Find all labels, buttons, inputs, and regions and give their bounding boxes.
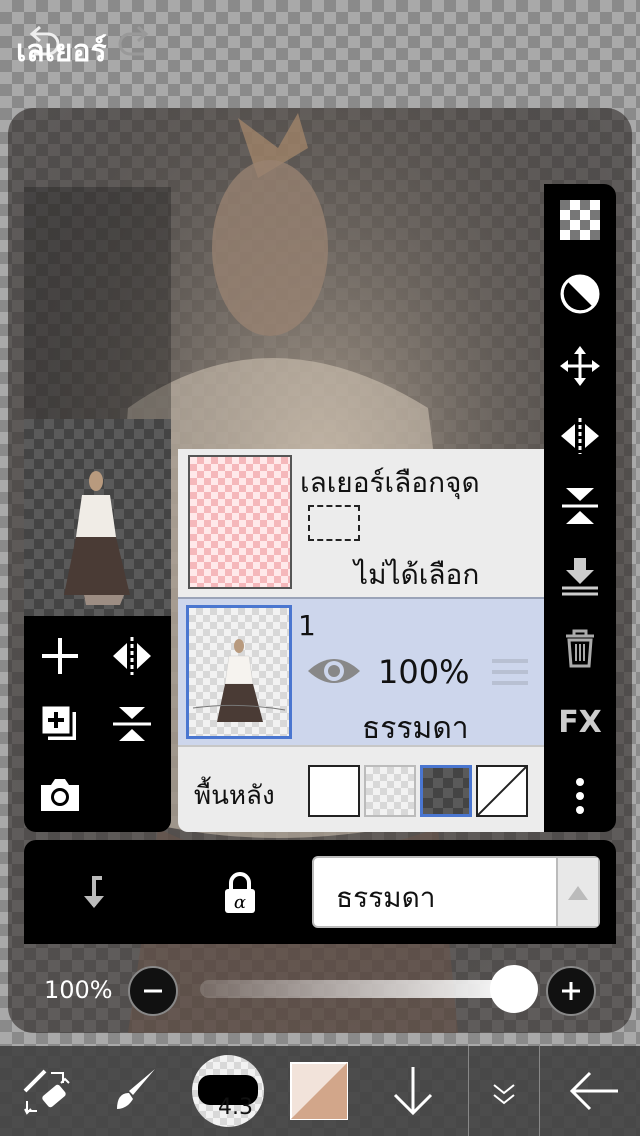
opacity-row: 100% [24, 944, 616, 1032]
arrow-down-icon [393, 1067, 433, 1116]
transform-icon [23, 1069, 70, 1115]
more-button[interactable] [552, 768, 608, 824]
merge-down-button[interactable] [552, 548, 608, 604]
selection-layer-row[interactable]: เลเยอร์เลือกจุด ไม่ได้เลือก [178, 449, 544, 597]
minus-icon [144, 989, 162, 993]
flip-horizontal-icon [561, 418, 599, 454]
canvas-preview[interactable] [24, 419, 171, 616]
duplicate-layer-icon [39, 703, 78, 742]
blend-mode-select[interactable]: ธรรมดา [312, 856, 600, 928]
layer-1-figure [192, 639, 286, 722]
no-background-icon [477, 766, 527, 816]
redo-icon [118, 25, 149, 56]
bg-white-option[interactable] [308, 765, 360, 817]
flip-vertical-icon [562, 488, 598, 524]
redo-button[interactable] [104, 12, 164, 72]
layer-1-thumbnail [186, 605, 292, 739]
opacity-slider[interactable] [200, 965, 538, 1013]
panel-title: เลเยอร์ [16, 34, 107, 69]
drag-handle[interactable] [490, 657, 530, 687]
clipping-button[interactable] [64, 862, 124, 922]
transform-tool-button[interactable] [10, 1046, 80, 1136]
flip-horizontal-right-button[interactable] [552, 408, 608, 464]
drag-handle-icon [492, 659, 528, 685]
blend-mode-value: ธรรมดา [336, 881, 436, 914]
brush-tool-button[interactable] [100, 1046, 170, 1136]
trash-icon [566, 629, 594, 668]
flip-vertical-right-button[interactable] [552, 478, 608, 534]
visibility-toggle[interactable] [306, 649, 362, 693]
svg-text:α: α [234, 892, 246, 913]
flip-vertical-icon [113, 707, 151, 741]
bg-checker-light-option[interactable] [364, 765, 416, 817]
camera-icon [41, 779, 79, 811]
add-layer-button[interactable] [32, 628, 88, 684]
delete-layer-button[interactable] [552, 620, 608, 676]
merge-down-icon [562, 558, 598, 596]
opacity-increase-button[interactable] [546, 966, 596, 1016]
opacity-slider-thumb[interactable] [490, 965, 538, 1013]
arrow-down-button[interactable] [380, 1046, 446, 1136]
right-toolbar: FX [544, 184, 616, 832]
camera-button[interactable] [32, 766, 88, 822]
opacity-circle-icon [560, 274, 600, 314]
clipping-arrow-icon [84, 876, 104, 908]
opacity-label: 100% [44, 976, 113, 1004]
eye-icon [308, 659, 360, 683]
fx-icon: FX [558, 704, 602, 740]
layer-menu-button[interactable] [468, 1046, 540, 1136]
layer-1-number: 1 [298, 609, 316, 642]
background-row: พื้นหลัง [178, 745, 544, 832]
opacity-decrease-button[interactable] [128, 966, 178, 1016]
bg-checker-dark-option[interactable] [420, 765, 472, 817]
plus-icon [562, 982, 580, 1000]
color-picker-button[interactable] [286, 1046, 352, 1136]
chevron-up-icon [568, 886, 588, 900]
canvas-preview-top [24, 187, 171, 419]
back-button[interactable] [556, 1046, 632, 1136]
back-icon [569, 1071, 618, 1111]
flip-horizontal-left-button[interactable] [104, 628, 160, 684]
selection-layer-thumbnail [188, 455, 292, 589]
selection-layer-status: ไม่ได้เลือก [354, 558, 480, 591]
add-layer-icon [42, 638, 78, 674]
brush-size-button[interactable]: 4.3 [190, 1046, 266, 1136]
layer-1-opacity: 100% [378, 653, 470, 691]
move-button[interactable] [552, 338, 608, 394]
more-icon [576, 778, 584, 814]
move-icon [560, 346, 600, 386]
transparency-button[interactable] [552, 192, 608, 248]
bottom-toolbar: 4.3 [0, 1046, 640, 1136]
double-chevron-icon [493, 1084, 515, 1105]
alpha-lock-button[interactable]: α [210, 862, 270, 922]
figure-thumbnail [64, 471, 130, 605]
opacity-adjust-button[interactable] [552, 266, 608, 322]
background-label: พื้นหลัง [194, 781, 275, 811]
selection-marquee-icon [308, 505, 360, 541]
flip-horizontal-icon [113, 637, 151, 675]
selection-layer-name: เลเยอร์เลือกจุด [300, 466, 480, 499]
color-icon [290, 1062, 348, 1120]
alpha-lock-icon: α [225, 872, 255, 913]
transparency-icon [560, 200, 600, 240]
brush-size-value: 4.3 [218, 1095, 253, 1120]
fx-button[interactable]: FX [552, 694, 608, 750]
brush-icon [117, 1069, 155, 1109]
bg-none-option[interactable] [476, 765, 528, 817]
left-toolbar [24, 616, 171, 832]
layer-row-1[interactable]: 1 100% ธรรมดา [178, 597, 544, 746]
flip-vertical-left-button[interactable] [104, 696, 160, 752]
blend-dropdown-toggle[interactable] [556, 858, 598, 926]
duplicate-layer-button[interactable] [32, 696, 88, 752]
